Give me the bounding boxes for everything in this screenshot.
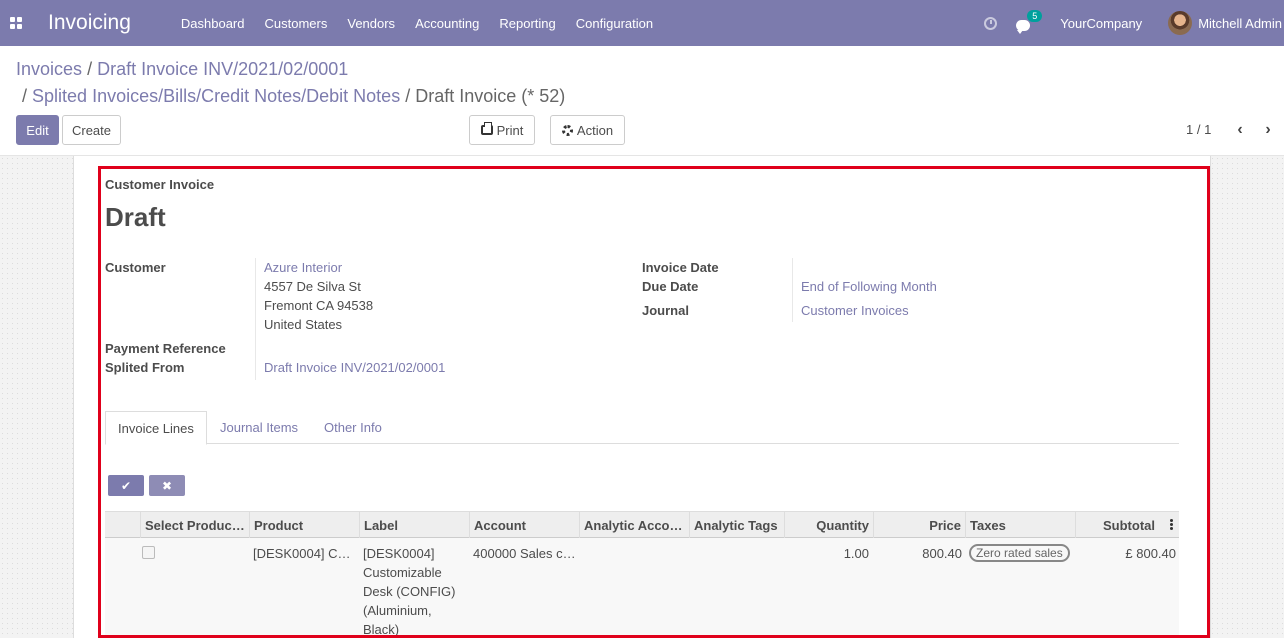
menu-vendors[interactable]: Vendors [337,16,405,31]
invoice-lines-header: Select Produc… Product Label Account Ana… [105,511,1179,539]
print-button[interactable]: Print [469,115,535,145]
tab-other-info[interactable]: Other Info [312,411,394,444]
cell-label-line[interactable]: [DESK0004] [363,544,435,563]
cell-label-line[interactable]: (Aluminium, [363,601,432,620]
gear-icon [561,124,573,136]
cell-subtotal: £ 800.40 [1125,546,1176,561]
journal-label: Journal [642,303,689,318]
chevron-right-icon[interactable]: › [1261,120,1275,140]
breadcrumb-invoices[interactable]: Invoices [16,59,82,79]
col-analytic-tags[interactable]: Analytic Tags [689,512,784,539]
action-button[interactable]: Action [550,115,625,145]
printer-icon [480,122,493,135]
print-label: Print [496,122,524,138]
col-taxes[interactable]: Taxes [965,512,1075,539]
form-tabs: Invoice Lines Journal Items Other Info [105,411,1179,445]
user-menu[interactable]: Mitchell Admin [1198,16,1282,31]
breadcrumb-separator: / [87,59,93,79]
column-options-icon[interactable] [1170,519,1174,531]
field-divider [792,258,793,322]
menu-reporting[interactable]: Reporting [489,16,565,31]
splited-from-label: Splited From [105,360,185,375]
breadcrumb-continued: / Splited Invoices/Bills/Credit Notes/De… [22,86,565,107]
customer-address-street: 4557 De Silva St [264,279,361,294]
user-avatar[interactable] [1168,11,1193,35]
col-product[interactable]: Product [249,512,359,539]
cell-label-line[interactable]: Desk (CONFIG) [363,582,455,601]
journal-value[interactable]: Customer Invoices [801,303,909,318]
col-analytic-account[interactable]: Analytic Acco… [579,512,689,539]
document-type: Customer Invoice [105,177,215,192]
customer-label: Customer [105,260,166,275]
breadcrumb-current: Draft Invoice (* 52) [415,86,566,106]
close-icon: ✖ [161,478,173,493]
check-icon: ✔ [120,478,132,493]
company-switcher[interactable]: YourCompany [1060,16,1142,31]
breadcrumb-draft-invoice[interactable]: Draft Invoice INV/2021/02/0001 [97,59,348,79]
messages-count-badge: 5 [1027,9,1043,22]
breadcrumb: Invoices / Draft Invoice INV/2021/02/000… [16,59,348,80]
menu-dashboard[interactable]: Dashboard [171,16,255,31]
breadcrumb-separator: / [22,86,28,106]
cell-label-line[interactable]: Customizable [363,563,442,582]
main-menu: Dashboard Customers Vendors Accounting R… [171,16,663,31]
invoice-date-label: Invoice Date [642,260,719,275]
cell-price[interactable]: 800.40 [880,544,962,563]
col-account[interactable]: Account [469,512,579,539]
top-navbar: Invoicing Dashboard Customers Vendors Ac… [0,0,1284,46]
due-date-label: Due Date [642,279,699,294]
cell-label-line[interactable]: Black) [363,620,399,638]
save-line-button[interactable]: ✔ [108,475,144,496]
customer-address-country: United States [264,317,343,332]
invoice-status-title: Draft [105,202,166,232]
chevron-left-icon[interactable]: ‹ [1233,120,1247,140]
col-price[interactable]: Price [873,512,965,539]
menu-configuration[interactable]: Configuration [566,16,663,31]
field-divider [255,258,256,380]
edit-button[interactable]: Edit [16,115,59,145]
breadcrumb-separator: / [405,86,411,106]
col-select-product[interactable]: Select Produc… [140,512,249,539]
payment-reference-label: Payment Reference [105,341,226,356]
cell-account[interactable]: 400000 Sales c… [473,544,576,563]
cell-product[interactable]: [DESK0004] C… [253,544,351,563]
col-label[interactable]: Label [359,512,469,539]
menu-accounting[interactable]: Accounting [405,16,489,31]
select-product-checkbox[interactable] [142,546,155,559]
col-subtotal[interactable]: Subtotal [1075,512,1179,539]
customer-link[interactable]: Azure Interior [264,260,342,275]
create-button[interactable]: Create [62,115,121,145]
menu-customers[interactable]: Customers [255,16,338,31]
tax-tag[interactable]: Zero rated sales [969,544,1070,562]
customer-address-city: Fremont CA 94538 [264,298,374,313]
breadcrumb-splited-invoices[interactable]: Splited Invoices/Bills/Credit Notes/Debi… [32,86,400,106]
cell-quantity[interactable]: 1.00 [800,544,869,563]
chat-icon [1016,19,1031,34]
messaging-menu[interactable]: 5 [1016,9,1043,34]
tab-journal-items[interactable]: Journal Items [208,411,310,444]
activity-clock-icon[interactable] [984,16,998,30]
app-title[interactable]: Invoicing [48,11,131,35]
due-date-value[interactable]: End of Following Month [801,279,937,294]
apps-menu-icon[interactable] [0,0,32,46]
action-label: Action [576,122,614,138]
col-quantity[interactable]: Quantity [784,512,873,539]
discard-line-button[interactable]: ✖ [149,475,185,496]
pager-value[interactable]: 1 / 1 [1186,122,1211,137]
splited-from-link[interactable]: Draft Invoice INV/2021/02/0001 [264,360,445,375]
tab-invoice-lines[interactable]: Invoice Lines [105,411,207,445]
